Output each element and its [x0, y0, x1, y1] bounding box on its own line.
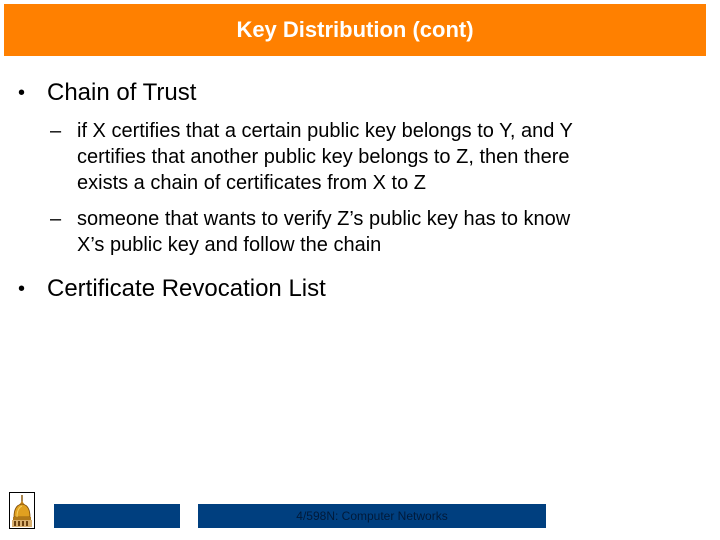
sub-bullet-marker: – [50, 208, 62, 230]
text-line: exists a chain of certificates from X to… [77, 172, 427, 194]
sub-bullet-text: someone that wants to verify Z’s public … [77, 206, 707, 258]
text-line: if X certifies that a certain public key… [77, 120, 573, 142]
bullet-text: Chain of Trust [47, 79, 197, 106]
footer-course-text: 4/598N: Computer Networks [296, 509, 448, 523]
text-line: certifies that another public key belong… [77, 146, 570, 168]
slide-title: Key Distribution (cont) [236, 17, 474, 42]
sub-bullet-text: if X certifies that a certain public key… [77, 118, 707, 196]
bullet-marker: • [18, 278, 26, 300]
sub-bullet-marker: – [50, 120, 62, 142]
bullet-text: Certificate Revocation List [47, 275, 326, 302]
bullet-marker: • [18, 82, 26, 104]
text-line: someone that wants to verify Z’s public … [77, 208, 571, 230]
golden-dome-icon [9, 492, 35, 529]
footer-left-bar [54, 504, 180, 528]
title-bar: Key Distribution (cont) [4, 4, 706, 56]
footer-course-bar: 4/598N: Computer Networks [198, 504, 546, 528]
text-line: X’s public key and follow the chain [77, 234, 382, 256]
